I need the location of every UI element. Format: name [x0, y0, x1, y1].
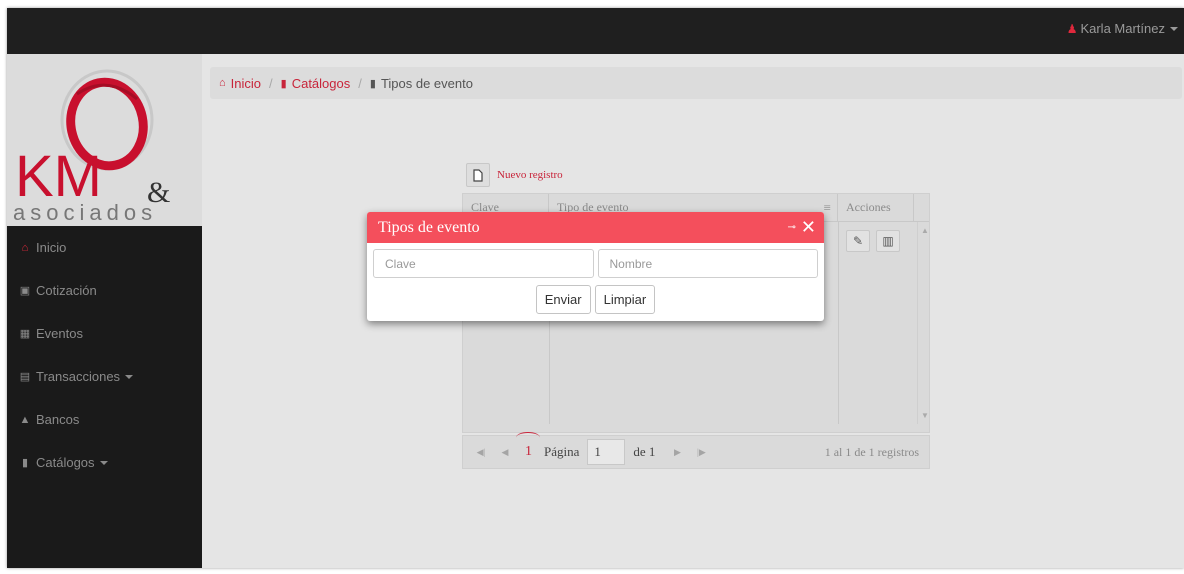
scroll-up-icon[interactable]: ▲ [921, 226, 929, 235]
submit-button[interactable]: Enviar [535, 285, 591, 314]
bank-icon: ▲ [19, 413, 31, 426]
vertical-scrollbar[interactable]: ▲ ▼ [917, 222, 931, 424]
trash-icon: ▥ [882, 234, 894, 248]
file-icon [473, 168, 483, 182]
cart-icon: ▣ [19, 285, 31, 297]
calendar-icon: ▦ [19, 328, 31, 340]
sidebar-item-bancos[interactable]: ▲ Bancos [7, 398, 202, 441]
sidebar-item-label: Cotización [36, 283, 97, 298]
current-page-marker: 1 [516, 432, 540, 459]
top-navbar: ♟ Karla Martínez [7, 8, 1184, 54]
records-count: 1 al 1 de 1 registros [824, 444, 919, 459]
user-icon: ♟ [1066, 21, 1078, 36]
page-of-label: de 1 [633, 444, 656, 459]
logo: KM & asociados [7, 54, 202, 226]
edit-button[interactable]: ✎ [846, 230, 870, 252]
dialog-title: Tipos de evento [378, 218, 480, 236]
column-header-acciones: Acciones [838, 194, 914, 221]
prev-page-icon[interactable]: ◀ [497, 447, 513, 458]
book-icon: ▮ [369, 77, 376, 90]
nombre-input[interactable] [597, 249, 818, 278]
page-label: Página [544, 444, 580, 459]
dialog-controls: ⊸ ✕ [788, 217, 816, 238]
column-divider [838, 222, 839, 424]
chevron-down-icon [125, 374, 134, 379]
filter-icon[interactable]: ≡ [824, 200, 831, 216]
user-menu[interactable]: ♟ Karla Martínez [1067, 21, 1178, 36]
clave-input[interactable] [373, 249, 594, 278]
tipos-evento-dialog: Tipos de evento ⊸ ✕ Enviar Limpiar [367, 212, 824, 321]
last-page-icon[interactable]: |▶ [693, 447, 709, 458]
book-icon: ▮ [280, 77, 287, 90]
breadcrumb-catalogs-label: Catálogos [291, 75, 351, 91]
pager: ◀| ◀ 1 Página de 1 ▶ |▶ 1 al 1 de 1 regi… [462, 432, 930, 469]
book-icon: ▮ [21, 457, 29, 469]
logo-subtitle: asociados [13, 200, 157, 225]
home-icon: ⌂ [21, 241, 29, 254]
dialog-header: Tipos de evento ⊸ ✕ [367, 212, 824, 243]
app-window: ♟ Karla Martínez KM & asociados ⌂ Inicio… [7, 8, 1184, 568]
breadcrumb: ⌂ Inicio / ▮ Catálogos / ▮ Tipos de even… [210, 67, 1182, 99]
breadcrumb-catalogs[interactable]: ▮ Catálogos [281, 76, 351, 91]
money-icon: ▤ [19, 371, 31, 383]
grid-toolbar: Nuevo registro [462, 159, 930, 191]
user-name: Karla Martínez [1080, 21, 1165, 36]
breadcrumb-home[interactable]: ⌂ Inicio [219, 76, 261, 91]
sidebar-item-label: Bancos [36, 412, 80, 427]
delete-button[interactable]: ▥ [876, 230, 900, 252]
first-page-icon[interactable]: ◀| [473, 447, 489, 458]
sidebar-item-eventos[interactable]: ▦ Eventos [7, 312, 202, 355]
next-page-icon[interactable]: ▶ [669, 447, 685, 458]
chevron-down-icon [99, 460, 108, 465]
breadcrumb-home-label: Inicio [230, 75, 262, 91]
dialog-fields [367, 243, 824, 278]
sidebar-item-inicio[interactable]: ⌂ Inicio [7, 226, 202, 269]
breadcrumb-current: ▮ Tipos de evento [370, 76, 473, 91]
home-icon: ⌂ [219, 77, 226, 89]
close-icon[interactable]: ✕ [801, 217, 816, 238]
sidebar-item-label: Transacciones [36, 369, 121, 384]
sidebar-item-label: Eventos [36, 326, 83, 341]
clear-button[interactable]: Limpiar [594, 285, 656, 314]
breadcrumb-separator: / [358, 75, 362, 91]
dialog-actions: Enviar Limpiar [367, 285, 824, 314]
breadcrumb-current-label: Tipos de evento [380, 75, 473, 91]
sidebar: KM & asociados ⌂ Inicio ▣ Cotización ▦ E… [7, 54, 202, 568]
chevron-down-icon [1170, 26, 1178, 31]
row-actions: ✎ ▥ [846, 230, 900, 252]
sidebar-item-label: Catálogos [36, 455, 95, 470]
new-record-label[interactable]: Nuevo registro [497, 169, 563, 181]
breadcrumb-separator: / [269, 75, 273, 91]
new-record-button[interactable] [466, 163, 490, 187]
sidebar-item-label: Inicio [36, 240, 67, 255]
sidebar-item-cotizacion[interactable]: ▣ Cotización [7, 269, 202, 312]
sidebar-item-catalogos[interactable]: ▮ Catálogos [7, 441, 202, 484]
sidebar-nav: ⌂ Inicio ▣ Cotización ▦ Eventos ▤ Transa… [7, 226, 202, 484]
pin-icon[interactable]: ⊸ [788, 222, 796, 233]
sidebar-item-transacciones[interactable]: ▤ Transacciones [7, 355, 202, 398]
scroll-down-icon[interactable]: ▼ [921, 411, 929, 420]
pencil-icon: ✎ [852, 234, 864, 248]
page-input[interactable] [587, 439, 626, 465]
